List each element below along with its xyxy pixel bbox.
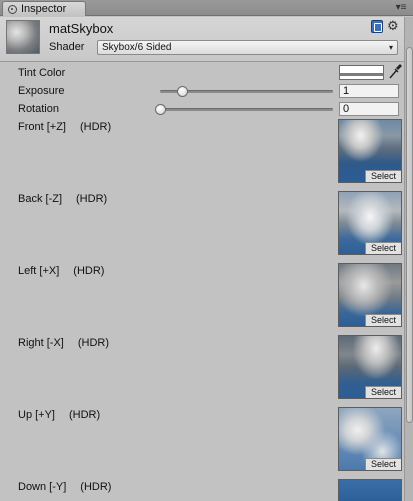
hdr-tag: (HDR) (80, 481, 112, 493)
right-texture-label: Right [-X] (HDR) (18, 337, 109, 349)
hdr-tag: (HDR) (69, 409, 101, 421)
front-texture-slot[interactable]: Select (338, 119, 402, 183)
right-select-button[interactable]: Select (365, 386, 401, 398)
shader-dropdown[interactable]: Skybox/6 Sided ▾ (97, 40, 398, 55)
material-header: matSkybox Shader Skybox/6 Sided ▾ ⚙ (0, 17, 404, 62)
front-texture-name: Front [+Z] (18, 121, 66, 133)
back-texture-name: Back [-Z] (18, 193, 63, 205)
tab-inspector-label: Inspector (21, 3, 67, 15)
shader-dropdown-value: Skybox/6 Sided (102, 42, 172, 53)
left-select-button[interactable]: Select (365, 314, 401, 326)
rotation-slider-thumb[interactable] (155, 104, 166, 115)
inspector-info-icon (8, 4, 17, 14)
front-texture-label: Front [+Z] (HDR) (18, 121, 111, 133)
tab-inspector[interactable]: Inspector (2, 1, 86, 16)
exposure-label: Exposure (18, 85, 65, 97)
rotation-slider[interactable] (155, 104, 333, 115)
back-select-button[interactable]: Select (365, 242, 401, 254)
left-texture-name: Left [+X] (18, 265, 60, 277)
help-book-icon[interactable] (371, 20, 383, 33)
right-texture-slot[interactable]: Select (338, 335, 402, 399)
exposure-field[interactable]: 1 (339, 84, 399, 98)
scrollbar-thumb[interactable] (406, 47, 413, 423)
left-texture-label: Left [+X] (HDR) (18, 265, 104, 277)
up-texture-name: Up [+Y] (18, 409, 55, 421)
up-texture-slot[interactable]: Select (338, 407, 402, 471)
hdr-tag: (HDR) (77, 337, 110, 349)
hdr-tag: (HDR) (76, 193, 108, 205)
down-texture-label: Down [-Y] (HDR) (18, 481, 111, 493)
right-texture-name: Right [-X] (18, 337, 64, 349)
back-texture-slot[interactable]: Select (338, 191, 402, 255)
chevron-down-icon: ▾ (388, 43, 393, 52)
exposure-slider[interactable] (160, 86, 333, 97)
up-texture-label: Up [+Y] (HDR) (18, 409, 100, 421)
window-menu-icon[interactable]: ▾≡ (391, 1, 411, 14)
vertical-scrollbar[interactable] (404, 17, 413, 501)
gear-icon[interactable]: ⚙ (387, 19, 399, 33)
tab-bar: Inspector ▾≡ (0, 0, 413, 16)
left-texture-slot[interactable]: Select (338, 263, 402, 327)
eyedropper-icon[interactable] (388, 64, 402, 80)
up-select-button[interactable]: Select (365, 458, 401, 470)
rotation-field[interactable]: 0 (339, 102, 399, 116)
tint-color-swatch[interactable] (339, 65, 384, 80)
material-preview-thumbnail (6, 20, 40, 54)
back-texture-label: Back [-Z] (HDR) (18, 193, 107, 205)
material-name: matSkybox (49, 21, 114, 36)
tint-color-label: Tint Color (18, 67, 66, 79)
rotation-label: Rotation (18, 103, 59, 115)
exposure-slider-thumb[interactable] (177, 86, 189, 97)
hdr-tag: (HDR) (73, 265, 105, 277)
down-texture-slot[interactable] (338, 479, 402, 501)
down-texture-name: Down [-Y] (18, 481, 67, 493)
hdr-tag: (HDR) (80, 121, 112, 133)
shader-label: Shader (49, 41, 85, 53)
front-select-button[interactable]: Select (365, 170, 401, 182)
